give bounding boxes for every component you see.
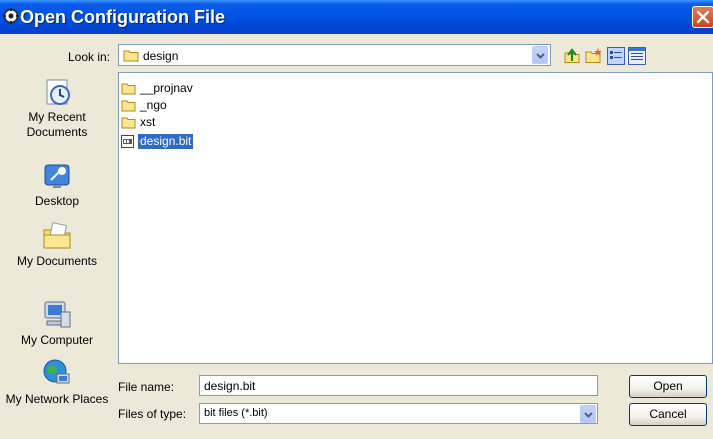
my-documents-icon (43, 222, 71, 249)
new-folder-button[interactable] (585, 47, 603, 65)
chevron-down-icon (536, 53, 545, 59)
folder-icon (121, 117, 136, 129)
chevron-down-icon (584, 412, 593, 418)
details-view-button[interactable] (628, 47, 646, 65)
list-view-icon (607, 47, 625, 65)
folder-icon (121, 100, 136, 112)
look-in-label: Look in: (68, 50, 111, 64)
file-name: _ngo (140, 98, 167, 112)
open-configuration-dialog: Open Configuration File Look in: design (0, 0, 713, 439)
window-title: Open Configuration File (20, 7, 225, 27)
recent-documents-icon (46, 79, 70, 105)
gear-icon (3, 8, 19, 24)
file-list[interactable]: __projnav _ngo xst design.bit (118, 72, 713, 364)
place-my-documents[interactable]: My Documents (5, 220, 109, 269)
close-button[interactable] (692, 6, 713, 28)
open-button[interactable]: Open (629, 375, 707, 398)
file-name: xst (140, 115, 156, 129)
network-places-icon (43, 359, 70, 384)
up-folder-icon (564, 48, 580, 63)
my-computer-icon (44, 301, 71, 328)
file-name: __projnav (140, 81, 193, 95)
new-folder-icon (585, 48, 602, 63)
title-bar[interactable]: Open Configuration File (0, 0, 713, 34)
look-in-value: design (143, 49, 179, 63)
place-label: My Documents (16, 254, 98, 268)
place-label: My Computer (20, 333, 94, 347)
file-name-input[interactable] (199, 375, 598, 396)
close-icon (696, 10, 710, 24)
list-view-button[interactable] (607, 47, 625, 65)
look-in-dropdown-button[interactable] (532, 46, 548, 64)
details-view-icon (628, 47, 646, 65)
folder-icon (123, 49, 139, 65)
places-bar: My Recent Documents Desktop My Documents (5, 72, 109, 428)
up-folder-button[interactable] (563, 47, 581, 65)
place-desktop[interactable]: Desktop (5, 160, 109, 209)
file-type-value: bit files (*.bit) (204, 407, 268, 419)
file-type-dropdown[interactable]: bit files (*.bit) (199, 403, 598, 424)
cancel-button[interactable]: Cancel (629, 403, 707, 426)
look-in-dropdown[interactable]: design (118, 44, 551, 66)
desktop-icon (44, 164, 70, 188)
place-network-places[interactable]: My Network Places (5, 358, 109, 407)
place-label: My Recent Documents (26, 110, 88, 139)
place-my-computer[interactable]: My Computer (5, 299, 109, 348)
file-type-label: Files of type: (118, 407, 187, 421)
place-recent-documents[interactable]: My Recent Documents (5, 76, 109, 140)
file-name-label: File name: (118, 380, 175, 394)
file-name: design.bit (136, 133, 195, 150)
folder-icon (121, 83, 136, 95)
place-label: Desktop (34, 194, 80, 208)
place-label: My Network Places (5, 392, 109, 406)
bit-file-icon (121, 135, 134, 148)
file-type-dropdown-button[interactable] (580, 405, 596, 423)
